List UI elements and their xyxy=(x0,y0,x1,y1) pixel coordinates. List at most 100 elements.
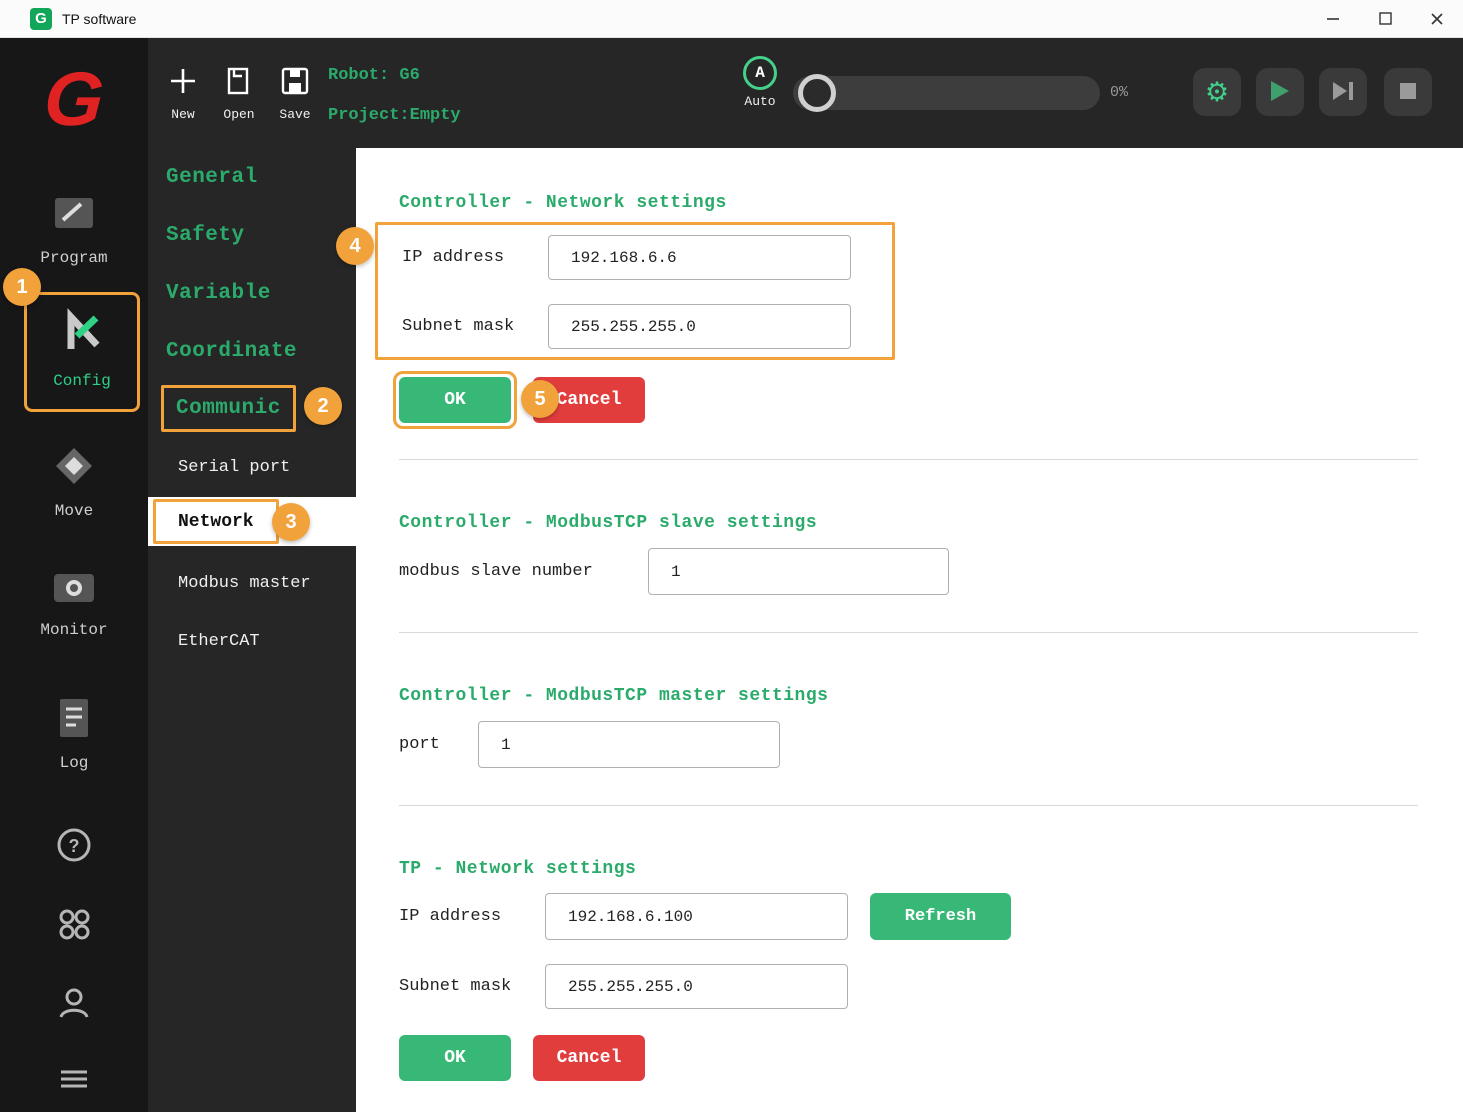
apps-button[interactable] xyxy=(0,906,148,947)
title-bar: G TP software xyxy=(0,0,1463,38)
network-settings-page: Controller - Network settings 4 IP addre… xyxy=(356,148,1463,1112)
annotation-circle-4: 4 xyxy=(336,227,374,265)
config-icon xyxy=(55,305,109,364)
annotation-box-4: 4 IP address Subnet mask xyxy=(375,222,895,360)
nav-item-ethercat[interactable]: EtherCAT xyxy=(178,612,260,670)
window-title: TP software xyxy=(62,11,136,27)
open-label: Open xyxy=(223,107,254,122)
nav-item-communic[interactable]: Communic xyxy=(161,385,296,432)
auto-mode-icon: A xyxy=(743,56,777,90)
nav-item-coordinate[interactable]: Coordinate xyxy=(166,322,297,380)
stop-icon xyxy=(1399,82,1417,103)
program-icon xyxy=(51,190,97,241)
section-title-modbus-slave: Controller - ModbusTCP slave settings xyxy=(399,513,1418,534)
gear-icon: ⚙ xyxy=(1205,79,1229,106)
annotation-box-5: OK xyxy=(393,371,517,429)
auto-mode-label: Auto xyxy=(744,94,775,109)
stop-button[interactable] xyxy=(1384,68,1432,116)
speed-slider-knob[interactable] xyxy=(798,74,836,112)
tp-subnet-mask-label: Subnet mask xyxy=(399,977,545,996)
annotation-circle-2: 2 xyxy=(304,387,342,425)
tp-ip-input[interactable] xyxy=(545,893,848,940)
sidebar-item-label: Config xyxy=(53,372,111,390)
section-divider xyxy=(399,805,1418,806)
config-nav: General Safety Variable Coordinate Commu… xyxy=(148,148,356,1112)
controller-network-ok-button[interactable]: OK xyxy=(399,377,511,423)
tp-subnet-input[interactable] xyxy=(545,964,848,1009)
minimize-button[interactable] xyxy=(1307,0,1359,37)
maximize-button[interactable] xyxy=(1359,0,1411,37)
new-label: New xyxy=(171,107,194,122)
sidebar-item-label: Program xyxy=(40,249,107,267)
close-button[interactable] xyxy=(1411,0,1463,37)
tp-network-cancel-button[interactable]: Cancel xyxy=(533,1035,645,1081)
step-forward-icon xyxy=(1331,80,1355,105)
save-icon xyxy=(280,66,310,101)
open-button[interactable]: Open xyxy=(211,66,267,122)
sidebar-item-move[interactable]: Move xyxy=(0,443,148,520)
minimize-icon xyxy=(1326,12,1340,26)
controller-subnet-input[interactable] xyxy=(548,304,851,349)
menu-button[interactable] xyxy=(0,1068,148,1095)
annotation-circle-1: 1 xyxy=(3,268,41,306)
user-icon xyxy=(56,985,92,1026)
sidebar-item-label: Log xyxy=(60,754,89,772)
nav-item-modbus-master[interactable]: Modbus master xyxy=(178,554,311,612)
user-button[interactable] xyxy=(0,985,148,1026)
speed-slider-track[interactable] xyxy=(793,76,1100,110)
refresh-button[interactable]: Refresh xyxy=(870,893,1011,940)
nav-item-serial-port[interactable]: Serial port xyxy=(178,438,290,496)
ip-address-label: IP address xyxy=(402,248,548,267)
save-label: Save xyxy=(279,107,310,122)
controller-ip-input[interactable] xyxy=(548,235,851,280)
speed-percentage: 0% xyxy=(1110,84,1128,101)
sidebar-item-label: Monitor xyxy=(40,621,107,639)
hamburger-menu-icon xyxy=(57,1068,91,1095)
nav-item-network-label: Network xyxy=(153,499,279,544)
new-button[interactable]: New xyxy=(155,66,211,122)
annotation-circle-3: 3 xyxy=(272,503,310,541)
step-button[interactable] xyxy=(1319,68,1367,116)
save-button[interactable]: Save xyxy=(267,66,323,122)
log-icon xyxy=(54,695,94,746)
tp-network-ok-button[interactable]: OK xyxy=(399,1035,511,1081)
sidebar-item-label: Move xyxy=(55,502,93,520)
app-window: G TP software G Program Conf xyxy=(0,0,1463,1112)
subnet-mask-label: Subnet mask xyxy=(402,317,548,336)
modbus-slave-number-input[interactable] xyxy=(648,548,949,595)
sidebar-item-monitor[interactable]: Monitor xyxy=(0,568,148,639)
primary-sidebar: G Program Config Move Monitor xyxy=(0,38,148,1112)
svg-text:?: ? xyxy=(69,836,80,856)
nav-item-general[interactable]: General xyxy=(166,148,258,206)
play-icon xyxy=(1269,79,1291,106)
nav-item-network[interactable]: Network xyxy=(148,497,356,546)
section-title-controller-network: Controller - Network settings xyxy=(399,193,1418,214)
robot-status: Robot: G6 xyxy=(328,66,420,85)
maximize-icon xyxy=(1379,12,1392,25)
port-label: port xyxy=(399,735,478,754)
sidebar-item-log[interactable]: Log xyxy=(0,695,148,772)
help-icon: ? xyxy=(56,827,92,868)
section-title-tp-network: TP - Network settings xyxy=(399,859,1418,880)
apps-grid-icon xyxy=(56,906,92,947)
new-icon xyxy=(168,66,198,101)
window-controls xyxy=(1307,0,1463,37)
toolbar: New Open Save Robot: G6 Project:Empty A … xyxy=(148,38,1463,148)
sidebar-item-config[interactable]: Config xyxy=(24,292,140,412)
modbus-master-port-input[interactable] xyxy=(478,721,780,768)
nav-item-safety[interactable]: Safety xyxy=(166,206,245,264)
tp-ip-address-label: IP address xyxy=(399,907,545,926)
open-icon xyxy=(224,66,254,101)
section-divider xyxy=(399,459,1418,460)
section-divider xyxy=(399,632,1418,633)
help-button[interactable]: ? xyxy=(0,827,148,868)
section-title-modbus-master: Controller - ModbusTCP master settings xyxy=(399,686,1418,707)
nav-item-variable[interactable]: Variable xyxy=(166,264,271,322)
auto-mode-button[interactable]: A Auto xyxy=(738,56,782,109)
annotation-circle-5: 5 xyxy=(521,380,559,418)
close-icon xyxy=(1430,12,1444,26)
play-button[interactable] xyxy=(1256,68,1304,116)
sidebar-item-program[interactable]: Program xyxy=(0,190,148,267)
monitor-icon xyxy=(51,568,97,613)
settings-button[interactable]: ⚙ xyxy=(1193,68,1241,116)
